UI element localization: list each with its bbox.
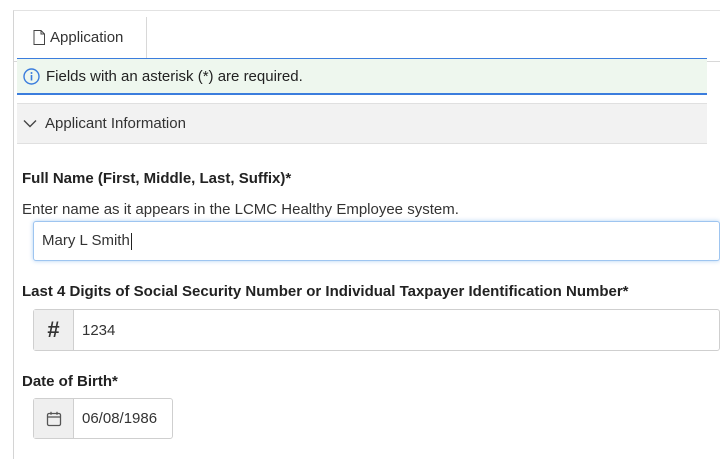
hash-icon: # bbox=[47, 317, 60, 342]
dob-input[interactable]: 06/08/1986 bbox=[33, 398, 173, 439]
tab-bar: Application bbox=[14, 11, 720, 63]
ssn-value: 1234 bbox=[82, 321, 116, 339]
full-name-value: Mary L Smith bbox=[42, 232, 130, 250]
chevron-down-icon bbox=[23, 119, 37, 128]
section-applicant-information[interactable]: Applicant Information bbox=[17, 103, 707, 144]
required-notice: Fields with an asterisk (*) are required… bbox=[17, 58, 707, 95]
tab-application[interactable]: Application bbox=[23, 17, 147, 63]
document-icon bbox=[33, 29, 50, 45]
section-title: Applicant Information bbox=[45, 115, 186, 132]
full-name-label: Full Name (First, Middle, Last, Suffix)* bbox=[22, 170, 292, 187]
dob-label: Date of Birth* bbox=[22, 373, 118, 390]
tab-label: Application bbox=[50, 28, 124, 46]
info-icon bbox=[23, 67, 40, 85]
full-name-help: Enter name as it appears in the LCMC Hea… bbox=[22, 201, 459, 218]
dob-value: 06/08/1986 bbox=[82, 410, 158, 427]
calendar-button[interactable] bbox=[34, 399, 74, 438]
text-caret bbox=[130, 232, 132, 250]
hash-addon: # bbox=[34, 310, 74, 350]
ssn-input[interactable]: # 1234 bbox=[33, 309, 720, 351]
full-name-input[interactable]: Mary L Smith bbox=[33, 221, 720, 261]
ssn-label: Last 4 Digits of Social Security Number … bbox=[22, 283, 629, 300]
calendar-icon bbox=[46, 411, 62, 427]
notice-text: Fields with an asterisk (*) are required… bbox=[46, 67, 303, 85]
